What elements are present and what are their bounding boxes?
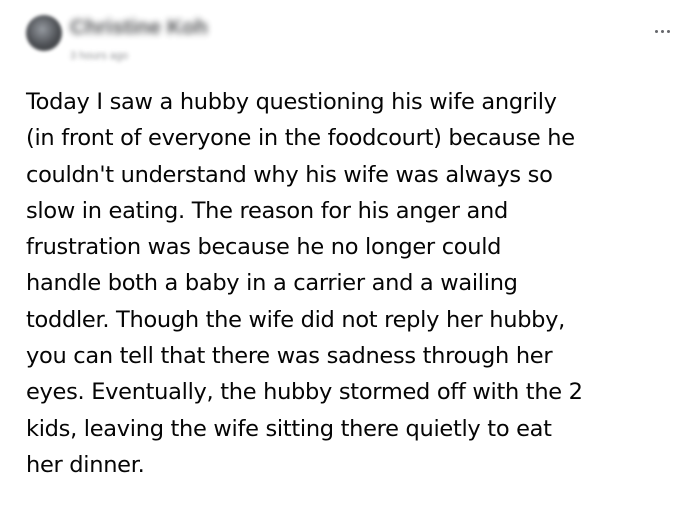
post-text-line: kids, leaving the wife sitting there qui…	[26, 415, 552, 442]
post-text-line: handle both a baby in a carrier and a wa…	[26, 270, 518, 297]
more-dot	[661, 29, 664, 33]
post-text-line: slow in eating. The reason for his anger…	[26, 197, 508, 224]
post-text-line: toddler. Though the wife did not reply h…	[26, 306, 566, 333]
post-text-line: frustration was because he no longer cou…	[26, 234, 502, 261]
post-text-line: her dinner.	[26, 451, 145, 478]
more-dot	[655, 29, 658, 33]
more-options-icon[interactable]	[655, 24, 670, 38]
facebook-post: Christine Koh 3 hours ago Today I saw a …	[0, 0, 700, 520]
post-text: Today I saw a hubby questioning his wife…	[26, 84, 681, 483]
post-text-line: (in front of everyone in the foodcourt) …	[26, 125, 575, 152]
post-text-line: couldn't understand why his wife was alw…	[26, 161, 553, 188]
post-timestamp[interactable]: 3 hours ago	[70, 50, 128, 62]
post-header: Christine Koh 3 hours ago	[0, 0, 700, 80]
post-text-line: eyes. Eventually, the hubby stormed off …	[26, 379, 583, 406]
author-name[interactable]: Christine Koh	[70, 16, 208, 40]
more-dot	[667, 29, 670, 33]
post-text-line: you can tell that there was sadness thro…	[26, 343, 553, 370]
author-avatar[interactable]	[26, 15, 62, 51]
post-text-line: Today I saw a hubby questioning his wife…	[26, 89, 557, 115]
